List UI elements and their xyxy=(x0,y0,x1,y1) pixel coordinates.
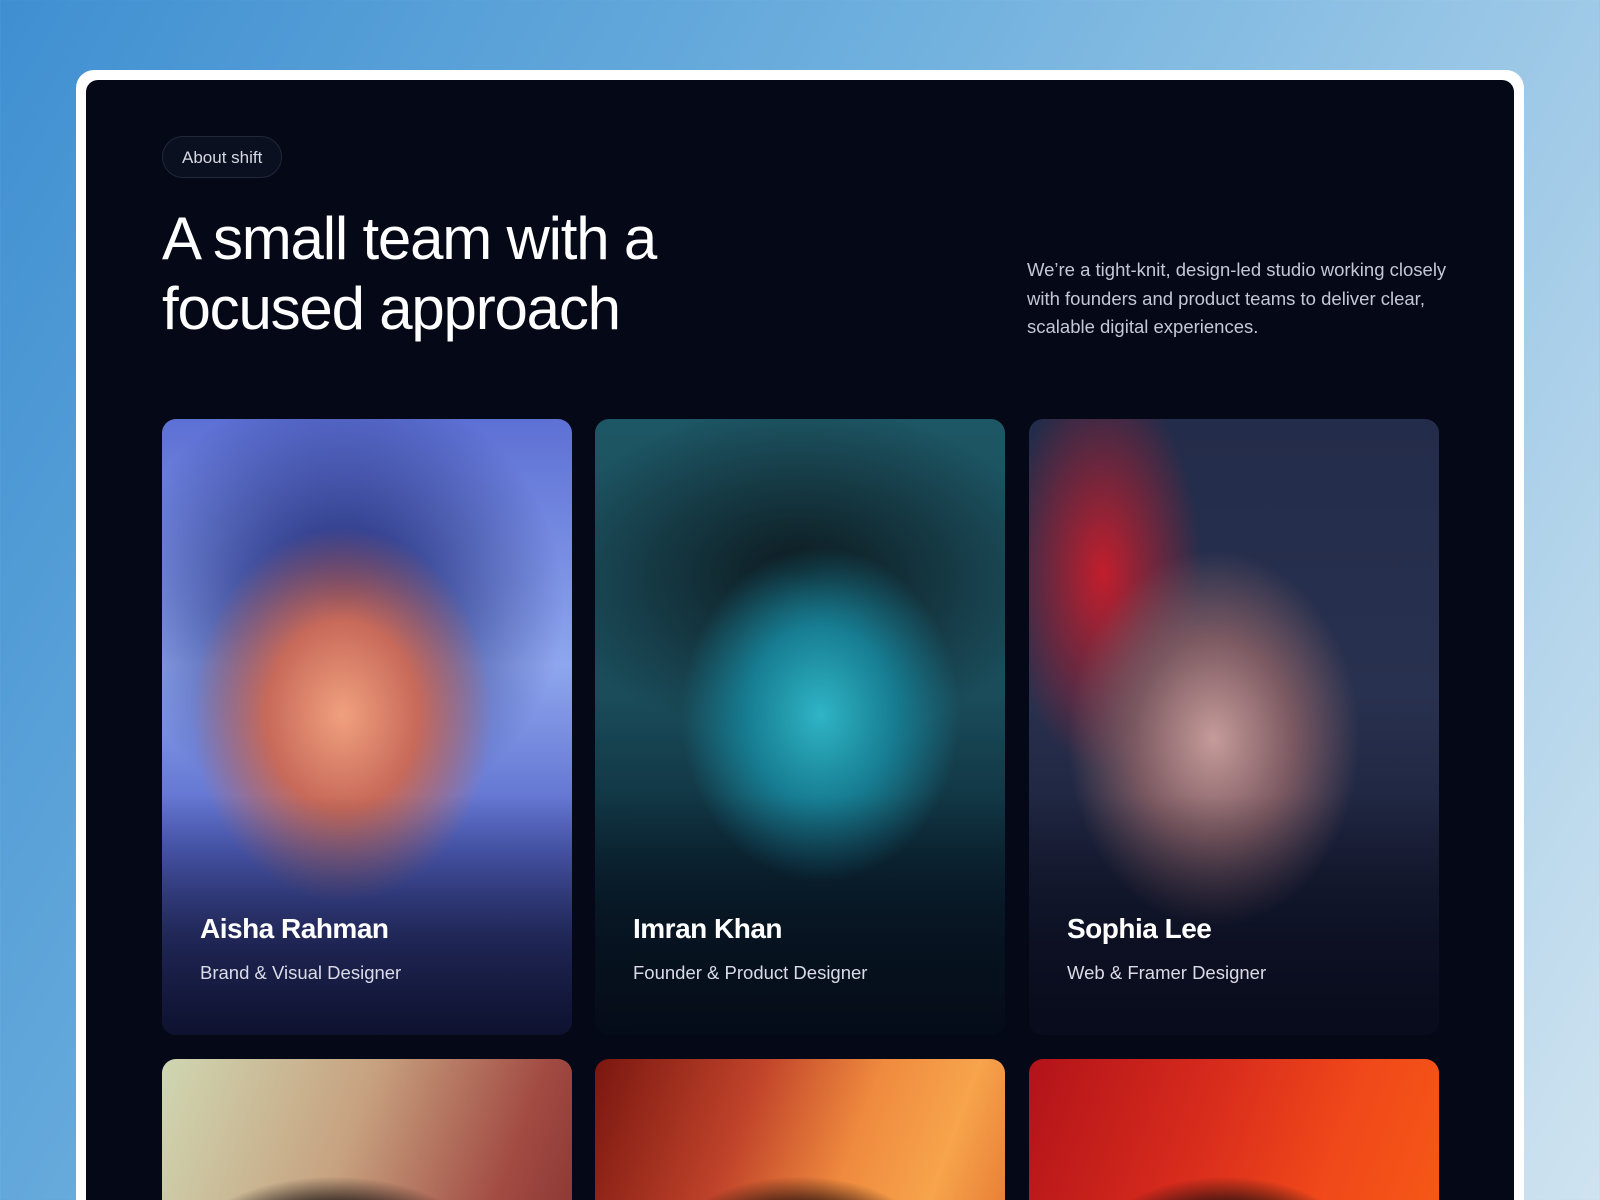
team-card-photo[interactable] xyxy=(1029,1059,1439,1200)
team-member-role: Web & Framer Designer xyxy=(1067,962,1267,983)
section-badge: About shift xyxy=(162,136,283,178)
team-card-imran-khan[interactable]: Imran Khan Founder & Product Designer xyxy=(595,419,1005,1035)
about-section: About shift A small team with a focused … xyxy=(86,80,1514,1200)
team-card-sophia-lee[interactable]: Sophia Lee Web & Framer Designer xyxy=(1029,419,1439,1035)
team-member-role: Brand & Visual Designer xyxy=(200,962,402,983)
team-member-name: Imran Khan xyxy=(633,913,783,944)
section-heading: A small team with a focused approach xyxy=(162,205,657,342)
browser-frame: About shift A small team with a focused … xyxy=(76,70,1524,1200)
team-member-role: Founder & Product Designer xyxy=(633,962,868,983)
team-member-name: Sophia Lee xyxy=(1067,913,1212,944)
team-card-photo[interactable] xyxy=(162,1059,572,1200)
team-member-name: Aisha Rahman xyxy=(200,913,389,944)
team-card-aisha-rahman[interactable]: Aisha Rahman Brand & Visual Designer xyxy=(162,419,572,1035)
team-card-photo[interactable] xyxy=(595,1059,1005,1200)
section-description: We’re a tight-knit, design-led studio wo… xyxy=(1027,259,1447,337)
